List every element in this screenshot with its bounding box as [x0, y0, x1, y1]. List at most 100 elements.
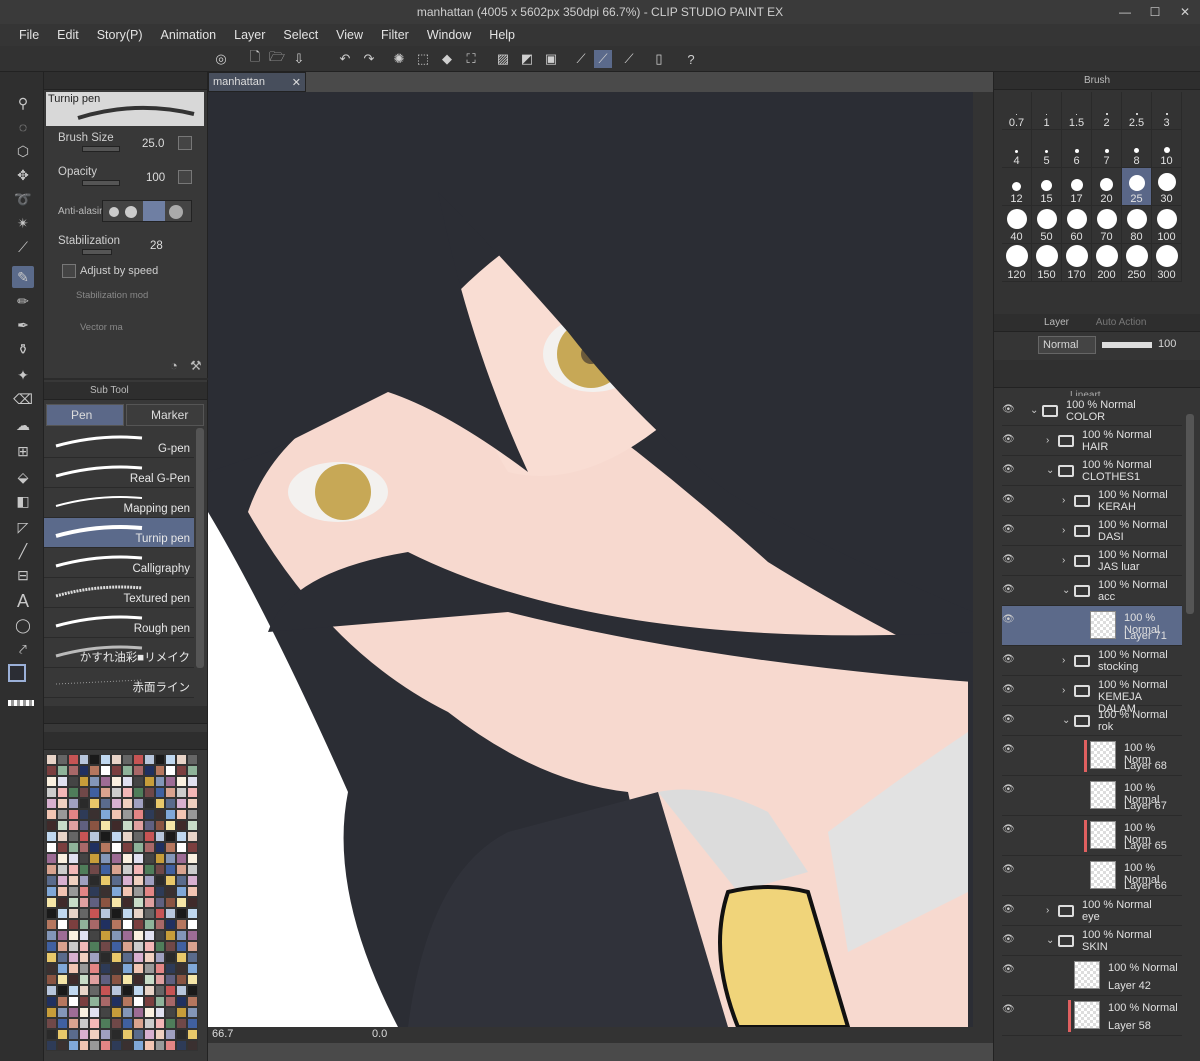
- visibility-eye-icon[interactable]: 👁: [1002, 554, 1016, 566]
- layer-tab[interactable]: Layer: [1044, 317, 1069, 328]
- color-swatch[interactable]: [89, 1007, 101, 1018]
- color-swatch[interactable]: [111, 897, 122, 908]
- color-swatch[interactable]: [56, 831, 68, 842]
- brush-size-3[interactable]: 3: [1152, 92, 1182, 130]
- color-swatch[interactable]: [132, 842, 144, 853]
- color-swatch[interactable]: [143, 809, 155, 820]
- brush-size-150[interactable]: 150: [1032, 244, 1062, 282]
- color-swatch[interactable]: [78, 996, 90, 1007]
- color-swatch[interactable]: [78, 776, 90, 787]
- color-swatch[interactable]: [89, 919, 101, 930]
- visibility-eye-icon[interactable]: 👁: [1002, 434, 1016, 446]
- expand-closed-icon[interactable]: ›: [1046, 435, 1049, 446]
- color-swatch[interactable]: [176, 886, 188, 897]
- brush-size-120[interactable]: 120: [1002, 244, 1032, 282]
- gradient-icon[interactable]: ◧: [12, 490, 34, 512]
- color-swatch[interactable]: [67, 985, 79, 996]
- color-swatch[interactable]: [176, 908, 188, 919]
- layer-opacity-value[interactable]: 100: [1158, 338, 1176, 350]
- color-swatch[interactable]: [165, 974, 177, 985]
- color-swatch[interactable]: [176, 864, 188, 875]
- color-swatch[interactable]: [176, 754, 188, 765]
- color-swatch[interactable]: [56, 853, 68, 864]
- color-swatch[interactable]: [89, 985, 101, 996]
- color-swatch[interactable]: [67, 787, 79, 798]
- brush-size-20[interactable]: 20: [1092, 168, 1122, 206]
- expand-closed-icon[interactable]: ›: [1062, 555, 1065, 566]
- brush-textured-pen[interactable]: Textured pen: [44, 578, 194, 608]
- brush-size-5[interactable]: 5: [1032, 130, 1062, 168]
- color-swatch[interactable]: [176, 853, 188, 864]
- color-swatch[interactable]: [67, 1029, 79, 1040]
- color-swatch[interactable]: [187, 1018, 198, 1029]
- tab-marker[interactable]: Marker: [126, 404, 204, 426]
- brush-size-250[interactable]: 250: [1122, 244, 1152, 282]
- color-swatch[interactable]: [132, 985, 144, 996]
- color-swatch[interactable]: [165, 754, 177, 765]
- decoration-icon[interactable]: ✦: [12, 364, 34, 386]
- visibility-eye-icon[interactable]: 👁: [1002, 404, 1016, 416]
- color-swatch[interactable]: [100, 1018, 112, 1029]
- color-swatch[interactable]: [78, 798, 90, 809]
- artwork-canvas[interactable]: [208, 92, 973, 1027]
- color-swatch[interactable]: [154, 919, 166, 930]
- layer-folder[interactable]: 👁 › 100 % Normal KERAH: [1002, 486, 1182, 516]
- layer-item[interactable]: 👁 100 % Norm Layer 65: [1002, 816, 1182, 856]
- color-swatch[interactable]: [100, 787, 112, 798]
- auto-action-tab[interactable]: Auto Action: [1096, 317, 1147, 328]
- airbrush-icon[interactable]: ⚱: [12, 338, 34, 360]
- help-icon[interactable]: ?: [682, 50, 700, 68]
- layer-folder[interactable]: 👁 › 100 % Normal JAS luar: [1002, 546, 1182, 576]
- color-swatch[interactable]: [56, 809, 68, 820]
- color-swatch[interactable]: [154, 963, 166, 974]
- expand-open-icon[interactable]: ⌄: [1030, 405, 1038, 416]
- color-swatch[interactable]: [100, 952, 112, 963]
- color-swatch[interactable]: [165, 809, 177, 820]
- color-swatch[interactable]: [111, 1040, 122, 1051]
- brush-size-50[interactable]: 50: [1032, 206, 1062, 244]
- pen-icon[interactable]: ✎: [12, 266, 34, 288]
- color-swatch[interactable]: [176, 1029, 188, 1040]
- color-swatch[interactable]: [46, 809, 57, 820]
- color-swatch[interactable]: [143, 864, 155, 875]
- color-swatch[interactable]: [89, 875, 101, 886]
- color-swatch[interactable]: [100, 996, 112, 1007]
- color-swatch[interactable]: [176, 776, 188, 787]
- brush-mapping-pen[interactable]: Mapping pen: [44, 488, 194, 518]
- color-swatch[interactable]: [121, 930, 133, 941]
- color-swatch[interactable]: [111, 996, 122, 1007]
- color-swatch[interactable]: [143, 1029, 155, 1040]
- color-swatch[interactable]: [154, 798, 166, 809]
- color-swatch[interactable]: [100, 1029, 112, 1040]
- color-swatch[interactable]: [165, 765, 177, 776]
- color-swatch[interactable]: [46, 908, 57, 919]
- color-swatch[interactable]: [176, 974, 188, 985]
- color-swatch[interactable]: [111, 908, 122, 919]
- color-swatch[interactable]: [165, 1040, 177, 1051]
- brush-size-value[interactable]: 25.0: [142, 138, 164, 150]
- color-swatch[interactable]: [89, 787, 101, 798]
- brush-size-60[interactable]: 60: [1062, 206, 1092, 244]
- visibility-eye-icon[interactable]: 👁: [1002, 584, 1016, 596]
- color-swatch[interactable]: [176, 985, 188, 996]
- color-swatch[interactable]: [165, 963, 177, 974]
- color-swatch[interactable]: [67, 963, 79, 974]
- snap-ruler-icon[interactable]: ⟋: [572, 50, 590, 68]
- color-swatch[interactable]: [111, 930, 122, 941]
- color-swatch[interactable]: [111, 886, 122, 897]
- selection-icon[interactable]: ▣: [542, 50, 560, 68]
- color-swatch[interactable]: [121, 919, 133, 930]
- snap-special-ruler-icon[interactable]: ⟋: [594, 50, 612, 68]
- color-swatch[interactable]: [143, 908, 155, 919]
- color-swatch[interactable]: [100, 875, 112, 886]
- color-swatch[interactable]: [143, 787, 155, 798]
- color-swatch[interactable]: [132, 820, 144, 831]
- color-swatch[interactable]: [67, 908, 79, 919]
- color-swatch[interactable]: [67, 842, 79, 853]
- color-swatch[interactable]: [67, 897, 79, 908]
- color-swatch[interactable]: [56, 776, 68, 787]
- layer-item[interactable]: 👁 100 % Normal Layer 71: [1002, 606, 1182, 646]
- color-swatch[interactable]: [67, 754, 79, 765]
- color-swatch[interactable]: [46, 952, 57, 963]
- color-swatch[interactable]: [46, 996, 57, 1007]
